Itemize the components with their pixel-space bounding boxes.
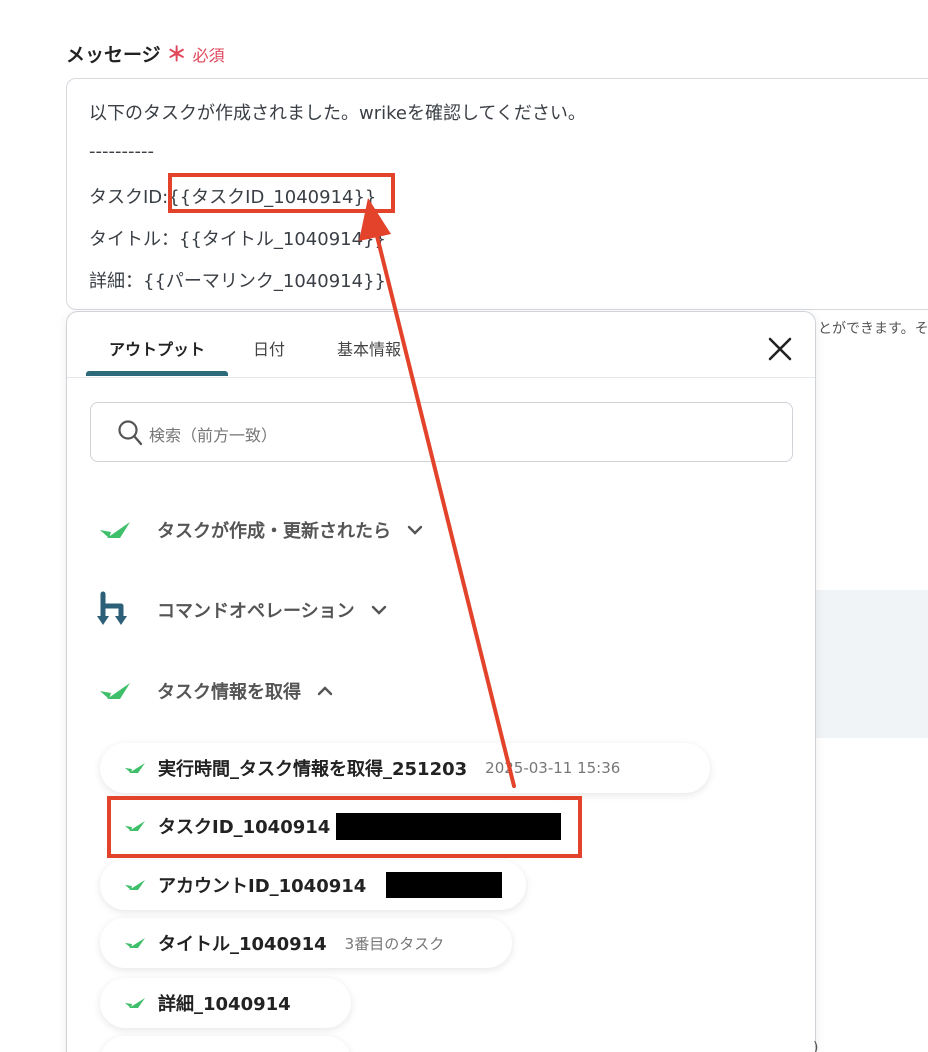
search-input[interactable]: 検索（前方一致）	[90, 402, 793, 462]
redacted-value	[386, 872, 503, 898]
search-icon	[117, 419, 143, 451]
search-placeholder: 検索（前方一致）	[149, 426, 278, 445]
close-icon[interactable]	[767, 336, 793, 362]
edge-mark: )	[813, 1040, 819, 1052]
output-chip-partial[interactable]	[100, 1036, 351, 1052]
chip-value: 2025-03-11 15:36	[485, 759, 621, 777]
section-label: タスクが作成・更新されたら	[157, 521, 391, 542]
chip-label: 実行時間_タスク情報を取得_251203	[158, 759, 468, 780]
required-text: 必須	[192, 46, 225, 65]
check-icon	[125, 938, 145, 948]
chevron-down-icon[interactable]	[407, 521, 423, 540]
output-chip-detail[interactable]: 詳細_1040914	[100, 978, 351, 1028]
check-icon	[125, 880, 145, 890]
highlight-box-task-id	[107, 796, 582, 858]
helper-text: とができます。そ	[818, 321, 928, 337]
output-picker-popup: アウトプット 日付 基本情報 検索（前方一致） タスクが作成・更新されたら コマ…	[66, 311, 816, 1052]
chip-label: アカウントID_1040914	[158, 876, 367, 897]
check-icon	[125, 998, 145, 1008]
highlight-box-variable	[168, 173, 395, 213]
field-label-text: メッセージ	[66, 44, 161, 66]
field-label: メッセージ ＊ 必須	[66, 38, 225, 67]
chevron-down-icon[interactable]	[371, 601, 387, 620]
required-mark: ＊	[166, 42, 187, 66]
background-panel	[816, 590, 928, 738]
tab-basic-info[interactable]: 基本情報	[337, 336, 401, 360]
chip-label: 詳細_1040914	[158, 994, 291, 1015]
message-line-4: タイトル：{{タイトル_1040914}}	[89, 229, 386, 250]
section-label: コマンドオペレーション	[157, 601, 355, 622]
tab-date[interactable]: 日付	[253, 336, 285, 360]
active-tab-indicator	[86, 371, 228, 376]
message-line-1: 以下のタスクが作成されました。wrikeを確認してください。	[89, 103, 586, 124]
wrike-check-icon	[95, 510, 135, 550]
check-icon	[125, 763, 145, 773]
section-label: タスク情報を取得	[157, 682, 301, 703]
section-task-created[interactable]: タスクが作成・更新されたら	[95, 510, 423, 550]
message-line-2: ----------	[89, 141, 154, 162]
output-chip-account-id[interactable]: アカウントID_1040914	[100, 860, 526, 910]
output-chip-execution-time[interactable]: 実行時間_タスク情報を取得_251203 2025-03-11 15:36	[100, 743, 710, 793]
chevron-up-icon[interactable]	[317, 682, 333, 701]
section-command-operation[interactable]: コマンドオペレーション	[95, 590, 387, 630]
tab-bar: アウトプット 日付 基本情報	[67, 312, 815, 378]
chip-label: タイトル_1040914	[158, 934, 327, 955]
chip-value: 3番目のタスク	[344, 934, 445, 953]
command-operation-icon	[95, 590, 135, 630]
wrike-check-icon	[95, 671, 135, 711]
tab-output[interactable]: アウトプット	[109, 336, 205, 360]
output-chip-title[interactable]: タイトル_1040914 3番目のタスク	[100, 918, 512, 968]
message-line-5: 詳細：{{パーマリンク_1040914}}	[89, 271, 386, 292]
section-get-task-info[interactable]: タスク情報を取得	[95, 671, 333, 711]
